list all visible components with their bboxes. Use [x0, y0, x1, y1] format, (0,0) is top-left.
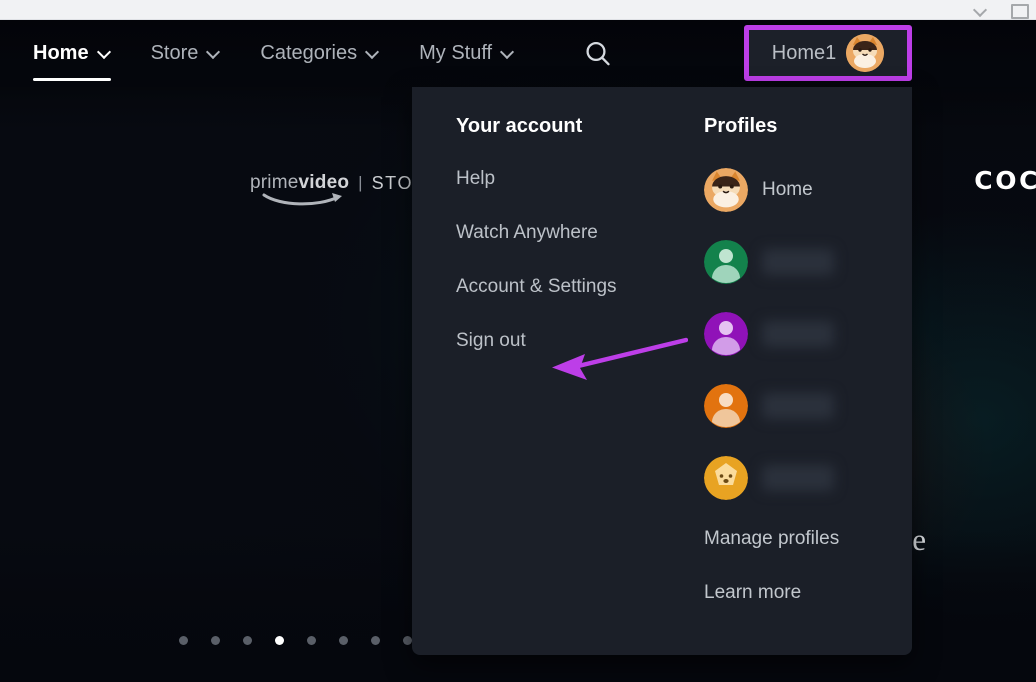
menu-item-sign-out[interactable]: Sign out [456, 330, 690, 352]
cat-avatar [704, 168, 748, 212]
profile-row-3[interactable] [704, 312, 912, 356]
active-nav-underline [33, 78, 111, 81]
profile-row-home[interactable]: Home [704, 168, 912, 212]
video-word: video [298, 172, 350, 193]
window-icon[interactable] [1010, 3, 1029, 19]
carousel-dot[interactable] [179, 636, 188, 645]
search-icon [586, 41, 610, 65]
menu-item-watch-anywhere[interactable]: Watch Anywhere [456, 222, 690, 244]
chevron-down-icon [366, 47, 379, 60]
person-avatar [704, 312, 748, 356]
learn-more-link[interactable]: Learn more [704, 582, 912, 604]
browser-chrome-icons [972, 0, 1029, 20]
search-button[interactable] [576, 32, 620, 76]
browser-chrome-bar [0, 0, 1036, 20]
menu-item-help[interactable]: Help [456, 168, 690, 190]
carousel-dot[interactable] [339, 636, 348, 645]
profile-row-2[interactable] [704, 240, 912, 284]
profile-name-4 [762, 393, 834, 419]
carousel-dot[interactable] [243, 636, 252, 645]
logo-divider: | [358, 173, 363, 192]
your-account-heading: Your account [456, 115, 583, 137]
nav-item-store[interactable]: Store [131, 20, 241, 87]
kid-avatar [704, 456, 748, 500]
person-avatar [704, 240, 748, 284]
profile-menu-button[interactable]: Home1 [749, 30, 907, 76]
profile-name-2 [762, 249, 834, 275]
prime-video-page: primevideo | STORE COCA e Home Store Ca [0, 0, 1036, 682]
nav-item-my-stuff-label: My Stuff [419, 42, 493, 64]
chevron-down-icon [98, 47, 111, 60]
chevron-down-icon [501, 47, 514, 60]
carousel-dot[interactable] [211, 636, 220, 645]
menu-item-account-settings[interactable]: Account & Settings [456, 276, 690, 298]
prime-word: prime [250, 172, 299, 193]
manage-profiles-link[interactable]: Manage profiles [704, 528, 912, 550]
profiles-actions: Manage profiles Learn more [704, 528, 912, 604]
nav-item-store-label: Store [150, 42, 199, 64]
carousel-dots [179, 636, 412, 645]
account-dropdown-panel: Your account Help Watch Anywhere Account… [412, 87, 912, 655]
person-avatar [704, 384, 748, 428]
profile-row-4[interactable] [704, 384, 912, 428]
chevron-down-icon [207, 47, 220, 60]
carousel-dot[interactable] [371, 636, 380, 645]
carousel-dot[interactable] [403, 636, 412, 645]
prime-video-text: primevideo [250, 172, 349, 194]
nav-item-categories-label: Categories [260, 42, 358, 64]
profile-name-3 [762, 321, 834, 347]
chevron-down-icon[interactable] [972, 3, 988, 17]
cat-avatar [846, 34, 885, 72]
nav-items: Home Store Categories My Stuff [0, 20, 620, 87]
nav-item-home-label: Home [33, 42, 89, 64]
profile-button-highlight: Home1 [744, 25, 912, 81]
hero-title-art: COCA [974, 166, 1036, 195]
profiles-heading: Profiles [704, 115, 778, 137]
profile-name-home: Home [762, 179, 813, 200]
amazon-smile-icon [262, 193, 342, 206]
nav-item-categories[interactable]: Categories [240, 20, 399, 87]
prime-video-wordmark: primevideo [250, 172, 349, 206]
profile-row-5[interactable] [704, 456, 912, 500]
profile-name-5 [762, 465, 834, 491]
profile-button-label: Home1 [771, 41, 837, 64]
your-account-column: Your account Help Watch Anywhere Account… [412, 115, 690, 655]
carousel-dot[interactable] [307, 636, 316, 645]
nav-item-my-stuff[interactable]: My Stuff [399, 20, 534, 87]
carousel-dot-active[interactable] [275, 636, 284, 645]
nav-item-home[interactable]: Home [13, 20, 131, 87]
hero-subtitle-art: e [912, 522, 926, 557]
profiles-column: Profiles Home Manage profiles Learn more [690, 115, 912, 655]
